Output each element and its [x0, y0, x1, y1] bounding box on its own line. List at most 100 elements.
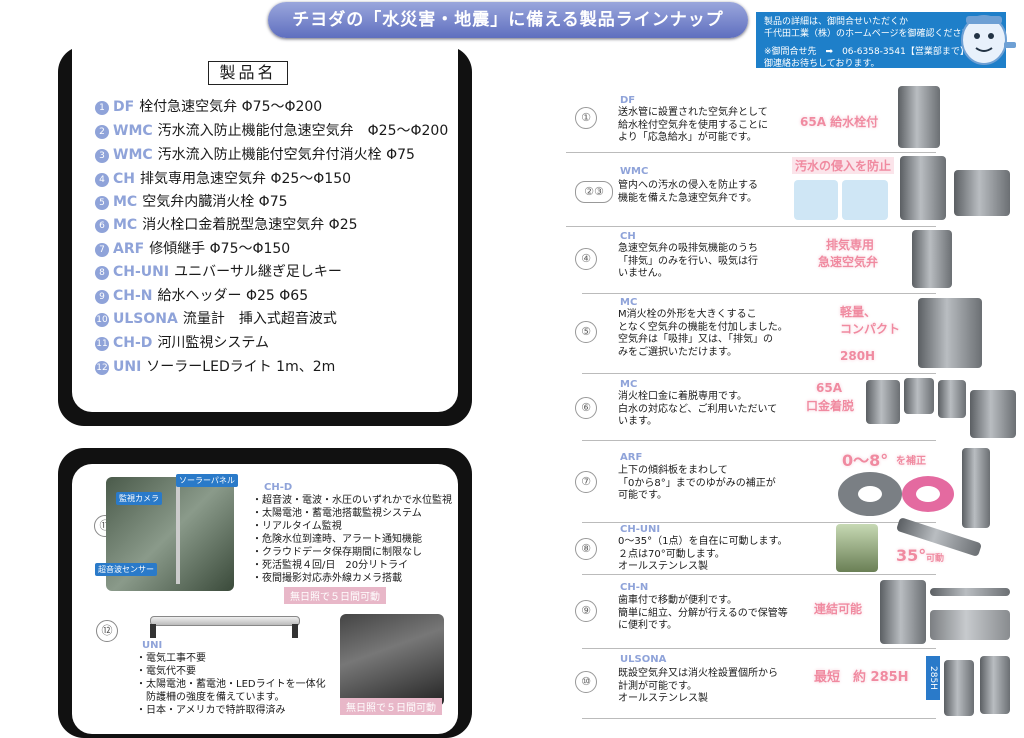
- product-image: [980, 656, 1010, 714]
- section-number: ⑫: [96, 620, 118, 642]
- product-name: 流量計 挿入式超音波式: [182, 311, 337, 327]
- product-image: [944, 660, 974, 716]
- product-item: 7 ARF 修傾継手 Φ75～Φ150: [95, 239, 290, 259]
- row-description: 上下の傾斜板をまわして 「0から8°」までのゆがみの補正が 可能です。: [618, 465, 776, 503]
- desc-line: オールステンレス製: [618, 561, 708, 572]
- product-item: 3 WMC 汚水流入防止機能付空気弁付消火栓 Φ75: [95, 145, 415, 165]
- row-divider: [582, 373, 936, 374]
- row-badge: 可動: [926, 554, 945, 564]
- product-image: [900, 156, 946, 220]
- desc-line: みをご選択いただけます。: [618, 346, 737, 358]
- row-divider: [582, 574, 936, 575]
- feature-item: ・超音波・電波・水圧のいずれかで水位監視: [252, 495, 452, 506]
- product-image: [866, 380, 900, 424]
- row-number: ⑨: [575, 600, 597, 622]
- row-code: DF: [620, 95, 636, 106]
- sensor-tag: 超音波センサー: [95, 563, 157, 576]
- row-badge: コンパクト: [840, 322, 901, 336]
- feature-item: ・太陽電池・蓄電池搭載監視システム: [252, 508, 422, 519]
- row-badge: 連結可能: [814, 602, 863, 616]
- row-number: ⑥: [575, 397, 597, 419]
- product-name: 汚水流入防止機能付急速空気弁 Φ25～Φ200: [157, 123, 449, 139]
- height-label: 285H: [926, 656, 940, 700]
- row-code: MC: [620, 379, 638, 390]
- product-item: 1 DF 栓付急速空気弁 Φ75～Φ200: [95, 97, 322, 117]
- product-number: 7: [95, 243, 109, 257]
- row-badge: 最短 約 285H: [814, 670, 909, 685]
- products-title: 製品名: [208, 61, 288, 85]
- product-item: 6 MC 消火栓口金着脱型急速空気弁 Φ25: [95, 215, 358, 235]
- product-name: 栓付急速空気弁 Φ75～Φ200: [139, 99, 323, 115]
- feature-item: ・死活監視４回/日 20分リトライ: [252, 560, 409, 571]
- product-name: 給水ヘッダー Φ25 Φ65: [157, 288, 309, 304]
- page-banner: チヨダの「水災害・地震」に備える製品ラインナップ: [268, 2, 748, 38]
- desc-line: より「応急給水」が可能です。: [618, 132, 757, 143]
- desc-line: に便利です。: [618, 620, 677, 631]
- row-badge: 65A 給水栓付: [800, 115, 879, 129]
- product-code: WMC: [113, 147, 153, 163]
- monitor-pole: [176, 484, 180, 584]
- product-code: CH-D: [113, 335, 153, 351]
- row-number: ⑤: [575, 321, 597, 343]
- row-badge: 0～8°: [842, 451, 889, 470]
- desc-line: 送水管に設置された空気弁として: [618, 107, 768, 118]
- diagram-image: [842, 180, 888, 220]
- row-description: 急速空気弁の吸排気機能のうち 「排気」のみを行い、吸気は行 いません。: [618, 243, 758, 281]
- product-image: [970, 390, 1016, 438]
- product-image: [904, 378, 934, 414]
- row-badge: を補正: [896, 456, 926, 467]
- row-number: ⑦: [575, 471, 597, 493]
- product-name: 排気専用急速空気弁 Φ25～Φ150: [140, 171, 352, 187]
- feature-list: ・超音波・電波・水圧のいずれかで水位監視 ・太陽電池・蓄電池搭載監視システム ・…: [252, 494, 452, 585]
- row-description: 消火栓口金に着脱専用です。 白水の対応など、ご利用いただいて います。: [618, 391, 777, 429]
- note-badge: 無日照で５日間可動: [340, 698, 442, 715]
- note-badge: 無日照で５日間可動: [284, 587, 386, 604]
- row-code: ARF: [620, 452, 643, 463]
- desc-line: 0～35°（1点）を自在に可動します。: [618, 536, 788, 547]
- desc-line: いません。: [618, 268, 668, 279]
- product-number: 9: [95, 290, 109, 304]
- feature-item: ・クラウドデータ保存期間に制限なし: [252, 547, 422, 558]
- feature-item: ・太陽電池・蓄電池・LEDライトを一体化: [136, 679, 326, 690]
- product-image: [880, 580, 926, 644]
- row-code: MC: [620, 297, 638, 308]
- row-badge: 排気専用: [826, 238, 875, 252]
- desc-line: 「0から8°」までのゆがみの補正が: [618, 477, 776, 489]
- desc-line: 白水の対応など、ご利用いただいて: [618, 403, 778, 415]
- product-name: ユニバーサル継ぎ足しキー: [174, 264, 342, 280]
- solar-panel-tag: ソーラーパネル: [176, 474, 238, 487]
- row-code: CH-UNI: [620, 524, 661, 535]
- row-divider: [566, 226, 936, 227]
- desc-line: 「排気」のみを行い、吸気は行: [618, 255, 758, 267]
- diagram-image: [794, 180, 838, 220]
- product-number: 2: [95, 125, 109, 139]
- product-number: 8: [95, 266, 109, 280]
- row-code: CH: [620, 231, 636, 242]
- row-divider: [582, 718, 936, 719]
- usage-photo: [836, 524, 878, 572]
- desc-line: 可能です。: [618, 490, 667, 501]
- product-name: 河川監視システム: [157, 335, 270, 351]
- feature-item: ・危険水位到達時、アラート通知機能: [252, 534, 422, 545]
- product-number: 4: [95, 173, 109, 187]
- row-description: 管内への汚水の侵入を防止する 機能を備えた急速空気弁です。: [618, 180, 758, 205]
- product-image: [930, 610, 1010, 640]
- row-number: ①: [575, 107, 597, 129]
- row-badge: 軽量、: [840, 305, 877, 319]
- product-image: [938, 380, 966, 418]
- product-number: 3: [95, 149, 109, 163]
- product-code: DF: [113, 99, 135, 115]
- product-item: 11 CH-D 河川監視システム: [95, 333, 269, 353]
- product-item: 5 MC 空気弁内臓消火栓 Φ75: [95, 192, 288, 212]
- feature-item: ・夜間撮影対応赤外線カメラ搭載: [252, 573, 402, 584]
- product-number: 10: [95, 313, 109, 327]
- desc-line: 急速空気弁の吸排気機能のうち: [618, 243, 758, 254]
- product-image: [918, 298, 982, 368]
- product-item: 12 UNI ソーラーLEDライト 1m、2m: [95, 357, 335, 377]
- product-code: MC: [113, 217, 138, 233]
- row-number: ②③: [575, 181, 613, 203]
- product-code: WMC: [113, 123, 153, 139]
- flange-image: [838, 472, 902, 516]
- product-name: 消火栓口金着脱型急速空気弁 Φ25: [142, 217, 358, 233]
- product-image: [898, 86, 940, 148]
